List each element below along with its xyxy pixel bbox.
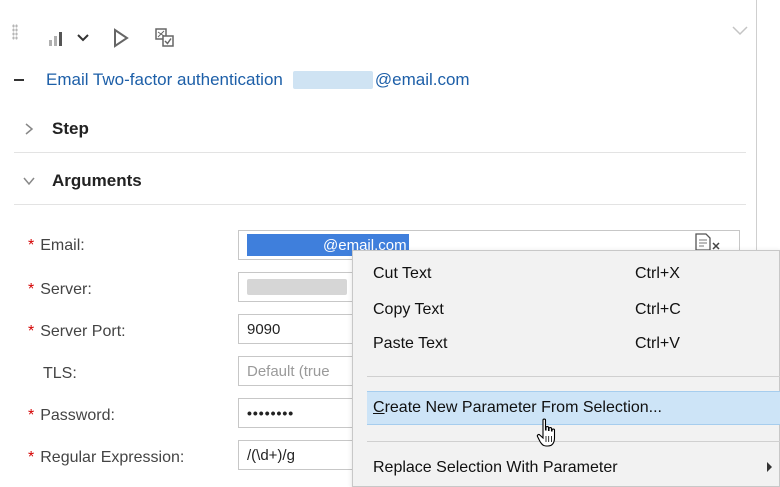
collapse-chevron-icon[interactable]	[730, 24, 750, 38]
server-port-label: * Server Port:	[28, 320, 126, 344]
menu-item-label: Paste Text	[373, 335, 448, 352]
menu-item-create-parameter[interactable]: Create New Parameter From Selection...	[367, 391, 780, 425]
chevron-down-icon[interactable]	[76, 26, 90, 50]
redacted-server	[247, 279, 347, 295]
server-port-label-text: Server Port:	[40, 323, 126, 340]
context-menu: Cut Text Ctrl+X Copy Text Ctrl+C Paste T…	[352, 250, 780, 487]
menu-item-label: Cut Text	[373, 265, 432, 282]
tls-label-text: TLS:	[43, 365, 77, 382]
menu-item-copy[interactable]: Copy Text Ctrl+C	[353, 293, 780, 327]
required-marker: *	[28, 323, 35, 340]
checkbox-grid-icon[interactable]	[154, 26, 176, 50]
mnemonic-letter: C	[373, 399, 385, 416]
menu-item-label: Create New Parameter From Selection...	[373, 399, 662, 417]
chart-bars-icon[interactable]	[48, 26, 68, 50]
menu-item-shortcut: Ctrl+X	[635, 265, 680, 282]
chevron-down-icon	[23, 177, 35, 186]
required-marker: *	[28, 407, 35, 424]
play-icon[interactable]	[112, 26, 130, 50]
menu-separator	[367, 441, 780, 442]
clear-field-icon[interactable]	[692, 232, 726, 252]
password-value: ••••••••	[247, 405, 295, 421]
submenu-arrow-icon	[767, 462, 772, 472]
server-field[interactable]	[238, 272, 358, 302]
menu-separator	[367, 376, 780, 377]
menu-item-label: Replace Selection With Parameter	[373, 459, 618, 476]
section-step-label: Step	[52, 119, 89, 138]
email-label-text: Email:	[40, 237, 85, 254]
server-port-value: 9090	[247, 320, 281, 338]
menu-item-shortcut: Ctrl+C	[635, 301, 681, 318]
menu-item-shortcut: Ctrl+V	[635, 335, 680, 352]
tls-field[interactable]: Default (true	[238, 356, 358, 386]
menu-item-paste[interactable]: Paste Text Ctrl+V	[353, 327, 780, 361]
section-arguments-label: Arguments	[52, 171, 142, 190]
step-title-email-domain: @email.com	[374, 70, 470, 89]
collapse-minus-icon[interactable]	[14, 79, 24, 81]
required-marker: *	[28, 449, 35, 466]
server-port-field[interactable]: 9090	[238, 314, 358, 344]
required-marker: *	[28, 237, 35, 254]
hand-cursor-icon	[536, 418, 556, 447]
tls-placeholder: Default (true	[247, 362, 330, 380]
section-arguments[interactable]: Arguments	[22, 166, 142, 196]
step-title: Email Two-factor authentication	[46, 70, 283, 89]
menu-item-label: Copy Text	[373, 301, 444, 318]
regex-label-text: Regular Expression:	[40, 449, 185, 466]
password-label: * Password:	[28, 404, 115, 428]
menu-item-replace-parameter[interactable]: Replace Selection With Parameter	[353, 451, 780, 485]
email-label: * Email:	[28, 234, 85, 258]
toolbar	[0, 0, 760, 60]
server-label: * Server:	[28, 278, 92, 302]
password-label-text: Password:	[40, 407, 115, 424]
chevron-right-icon	[25, 123, 34, 135]
step-title-row[interactable]: Email Two-factor authentication @email.c…	[14, 68, 470, 92]
regex-field[interactable]: /(\d+)/g	[238, 440, 358, 470]
menu-item-cut[interactable]: Cut Text Ctrl+X	[353, 257, 780, 291]
tls-label: TLS:	[28, 362, 77, 386]
server-label-text: Server:	[40, 281, 92, 298]
password-field[interactable]: ••••••••	[238, 398, 358, 428]
regex-value: /(\d+)/g	[247, 446, 295, 464]
required-marker: *	[28, 281, 35, 298]
divider	[14, 152, 746, 153]
divider	[14, 204, 746, 205]
drag-grip-icon[interactable]	[12, 24, 18, 40]
redacted-email-user	[247, 234, 323, 256]
menu-item-label-rest: reate New Parameter From Selection...	[384, 399, 662, 416]
redacted-email-user	[292, 71, 373, 89]
regex-label: * Regular Expression:	[28, 446, 184, 470]
section-step[interactable]: Step	[22, 114, 89, 144]
